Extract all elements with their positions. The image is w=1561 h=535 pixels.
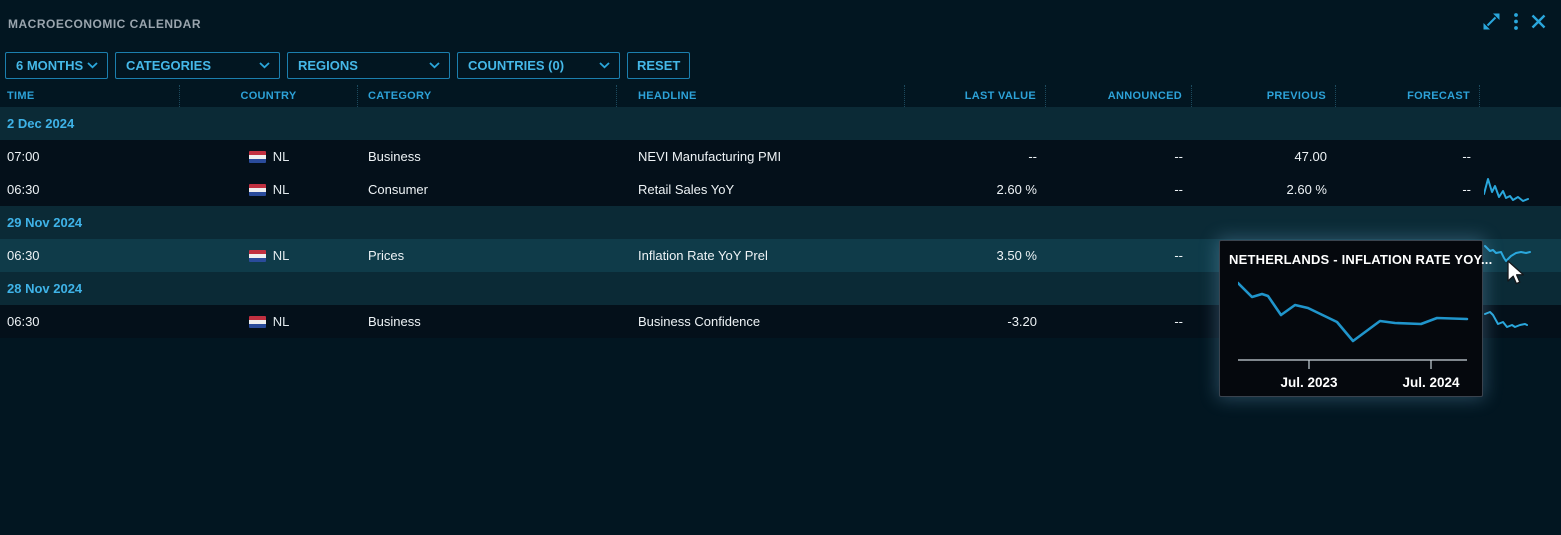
period-dropdown-label: 6 MONTHS (16, 58, 83, 73)
date-group-header: 2 Dec 2024 (0, 107, 1561, 140)
column-header-forecast[interactable]: FORECAST (1336, 85, 1480, 107)
sparkline-cell (1480, 309, 1561, 335)
reset-button[interactable]: RESET (627, 52, 690, 79)
country-code: NL (273, 149, 290, 164)
headline-cell: Business Confidence (617, 314, 905, 329)
table-row[interactable]: 07:00NLBusinessNEVI Manufacturing PMI---… (0, 140, 1561, 173)
previous-cell: 2.60 % (1192, 182, 1336, 197)
x-tick-label-jul-2023: Jul. 2023 (1280, 375, 1338, 390)
category-cell: Business (358, 149, 617, 164)
last-value-cell: -3.20 (905, 314, 1046, 329)
announced-cell: -- (1046, 314, 1192, 329)
announced-cell: -- (1046, 248, 1192, 263)
countries-dropdown[interactable]: COUNTRIES (0) (457, 52, 620, 79)
headline-cell: Retail Sales YoY (617, 182, 905, 197)
nl-flag-icon (249, 250, 266, 262)
country-code: NL (273, 182, 290, 197)
window-controls (1481, 11, 1547, 32)
close-icon[interactable] (1530, 13, 1547, 30)
regions-dropdown-label: REGIONS (298, 58, 358, 73)
headline-cell: NEVI Manufacturing PMI (617, 149, 905, 164)
country-code: NL (273, 248, 290, 263)
last-value-cell: 2.60 % (905, 182, 1046, 197)
nl-flag-icon (249, 184, 266, 196)
categories-dropdown[interactable]: CATEGORIES (115, 52, 280, 79)
expand-icon[interactable] (1481, 11, 1502, 32)
x-tick-label-jul-2024: Jul. 2024 (1402, 375, 1460, 390)
sparkline-chart (1484, 309, 1532, 335)
headline-cell: Inflation Rate YoY Prel (617, 248, 905, 263)
nl-flag-icon (249, 316, 266, 328)
tooltip-title: NETHERLANDS - INFLATION RATE YOY... (1229, 252, 1492, 267)
time-cell: 06:30 (0, 182, 180, 197)
country-cell: NL (180, 149, 358, 164)
category-cell: Consumer (358, 182, 617, 197)
forecast-cell: -- (1336, 182, 1480, 197)
announced-cell: -- (1046, 149, 1192, 164)
widget-title: MACROECONOMIC CALENDAR (8, 17, 201, 31)
chart-tooltip: NETHERLANDS - INFLATION RATE YOY... Jul.… (1219, 240, 1483, 397)
column-header-previous[interactable]: PREVIOUS (1192, 85, 1336, 107)
announced-cell: -- (1046, 182, 1192, 197)
time-cell: 07:00 (0, 149, 180, 164)
category-cell: Prices (358, 248, 617, 263)
kebab-menu-icon[interactable] (1513, 12, 1519, 31)
category-cell: Business (358, 314, 617, 329)
column-header-category[interactable]: CATEGORY (358, 85, 617, 107)
chevron-down-icon (429, 62, 440, 69)
country-cell: NL (180, 182, 358, 197)
column-header-sparkline (1480, 85, 1561, 107)
country-cell: NL (180, 248, 358, 263)
tooltip-line-chart: Jul. 2023 Jul. 2024 (1238, 277, 1472, 395)
time-cell: 06:30 (0, 248, 180, 263)
regions-dropdown[interactable]: REGIONS (287, 52, 450, 79)
tooltip-chart-line (1238, 283, 1467, 341)
filter-bar: 6 MONTHS CATEGORIES REGIONS COUNTRIES (0… (5, 52, 690, 79)
column-header-announced[interactable]: ANNOUNCED (1046, 85, 1192, 107)
country-cell: NL (180, 314, 358, 329)
last-value-cell: 3.50 % (905, 248, 1046, 263)
last-value-cell: -- (905, 149, 1046, 164)
time-cell: 06:30 (0, 314, 180, 329)
column-header-country[interactable]: COUNTRY (180, 85, 358, 107)
previous-cell: 47.00 (1192, 149, 1336, 164)
chevron-down-icon (599, 62, 610, 69)
column-header-time[interactable]: TIME (0, 85, 180, 107)
column-header-headline[interactable]: HEADLINE (617, 85, 905, 107)
forecast-cell: -- (1336, 149, 1480, 164)
nl-flag-icon (249, 151, 266, 163)
sparkline-cell (1480, 177, 1561, 203)
table-row[interactable]: 06:30NLConsumerRetail Sales YoY2.60 %--2… (0, 173, 1561, 206)
country-code: NL (273, 314, 290, 329)
countries-dropdown-label: COUNTRIES (0) (468, 58, 564, 73)
period-dropdown[interactable]: 6 MONTHS (5, 52, 108, 79)
mouse-cursor (1506, 260, 1526, 291)
macro-calendar-widget: MACROECONOMIC CALENDAR 6 MON (0, 0, 1561, 535)
chevron-down-icon (259, 62, 270, 69)
chevron-down-icon (87, 62, 98, 69)
sparkline-chart (1484, 177, 1532, 203)
categories-dropdown-label: CATEGORIES (126, 58, 211, 73)
column-header-last-value[interactable]: LAST VALUE (905, 85, 1046, 107)
table-header-row: TIME COUNTRY CATEGORY HEADLINE LAST VALU… (0, 85, 1561, 107)
date-group-header: 29 Nov 2024 (0, 206, 1561, 239)
